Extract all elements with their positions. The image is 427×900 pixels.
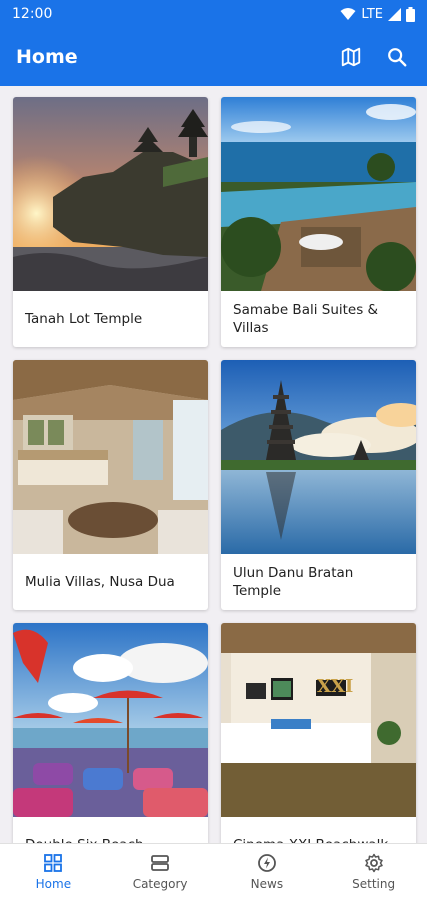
nav-item-setting[interactable]: Setting xyxy=(320,844,427,900)
gear-icon xyxy=(364,853,383,873)
place-title: Double Six Beach xyxy=(13,817,208,843)
status-bar: 12:00 LTE xyxy=(0,0,427,28)
place-title: Tanah Lot Temple xyxy=(25,311,143,327)
nav-item-category[interactable]: Category xyxy=(107,844,214,900)
place-title: Cinema XXI Beachwalk xyxy=(221,817,416,843)
nav-item-home[interactable]: Home xyxy=(0,844,107,900)
battery-icon xyxy=(406,6,415,22)
status-icons: LTE xyxy=(340,6,415,22)
signal-icon xyxy=(388,7,401,21)
nav-item-news[interactable]: News xyxy=(214,844,321,900)
nav-label: News xyxy=(250,877,284,891)
place-card[interactable]: Tanah Lot Temple xyxy=(13,97,208,347)
place-card[interactable]: Double Six Beach xyxy=(13,623,208,843)
place-card[interactable]: Samabe Bali Suites & Villas xyxy=(221,97,416,347)
search-button[interactable] xyxy=(383,43,411,71)
place-card[interactable]: XXI Cinema XXI Beachwalk xyxy=(221,623,416,843)
status-time: 12:00 xyxy=(12,6,53,22)
wifi-icon xyxy=(340,8,356,20)
places-grid: Tanah Lot Temple Samabe Bali Suites & Vi… xyxy=(0,86,427,843)
place-image xyxy=(13,623,208,817)
grid-icon xyxy=(44,854,63,872)
place-image: XXI xyxy=(221,623,416,817)
map-icon xyxy=(341,47,361,67)
cinema-sign: XXI xyxy=(317,676,354,697)
list-icon xyxy=(151,855,170,871)
place-card[interactable]: Mulia Villas, Nusa Dua xyxy=(13,360,208,610)
nav-label: Category xyxy=(132,877,188,891)
app-bar: Home xyxy=(0,28,427,86)
place-image xyxy=(221,360,416,554)
place-title: Ulun Danu Bratan Temple xyxy=(233,565,354,599)
place-image xyxy=(13,360,208,554)
map-button[interactable] xyxy=(337,43,365,71)
bolt-icon xyxy=(257,854,276,872)
place-image xyxy=(13,97,208,291)
nav-label: Setting xyxy=(352,877,396,891)
place-title: Samabe Bali Suites & Villas xyxy=(233,302,379,336)
search-icon xyxy=(388,48,407,67)
page-title: Home xyxy=(16,46,78,68)
network-label: LTE xyxy=(361,6,383,22)
place-title: Mulia Villas, Nusa Dua xyxy=(25,574,175,590)
place-image xyxy=(221,97,416,291)
bottom-nav: Home Category News Setting xyxy=(0,843,427,900)
nav-label: Home xyxy=(35,877,72,891)
place-card[interactable]: Ulun Danu Bratan Temple xyxy=(221,360,416,610)
